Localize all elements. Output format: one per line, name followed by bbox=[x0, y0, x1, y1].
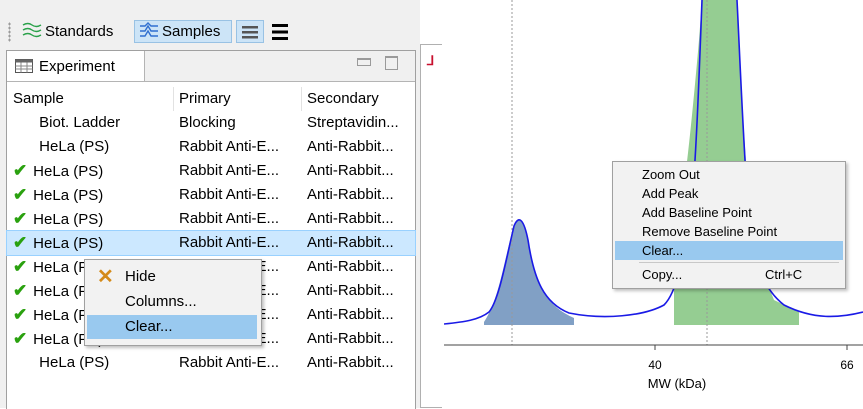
checkmark-icon: ✔ bbox=[13, 161, 28, 180]
sample-name: Biot. Ladder bbox=[39, 114, 121, 131]
toolbar-grip[interactable] bbox=[8, 22, 11, 42]
collapse-rows-button[interactable] bbox=[236, 20, 264, 43]
menu-item-remove-baseline-point[interactable]: Remove Baseline Point bbox=[615, 222, 843, 241]
cell-primary: Rabbit Anti-E... bbox=[179, 234, 280, 251]
experiment-panel: Experiment Sample Primary Secondary Biot… bbox=[6, 50, 416, 409]
x-axis-label: MW (kDa) bbox=[648, 376, 707, 391]
menu-item-add-peak[interactable]: Add Peak bbox=[615, 184, 843, 203]
checkmark-icon: ✔ bbox=[13, 281, 28, 300]
standards-icon bbox=[22, 22, 42, 42]
chart-context-menu: Zoom Out Add Peak Add Baseline Point Rem… bbox=[612, 161, 846, 289]
checkmark-icon: ✔ bbox=[13, 329, 28, 348]
cell-sample: Biot. Ladder bbox=[13, 111, 173, 135]
cell-secondary: Anti-Rabbit... bbox=[307, 234, 394, 251]
cell-primary: Rabbit Anti-E... bbox=[179, 354, 280, 371]
cell-secondary: Anti-Rabbit... bbox=[307, 210, 394, 227]
cell-primary: Rabbit Anti-E... bbox=[179, 186, 280, 203]
checkmark-icon: ✔ bbox=[13, 209, 28, 228]
x-icon: ✕ bbox=[97, 266, 114, 288]
table-row[interactable]: ✔ HeLa (PS) Rabbit Anti-E... Anti-Rabbit..… bbox=[6, 230, 416, 256]
cell-sample: ✔ HeLa (PS) bbox=[13, 159, 173, 184]
table-header-row: Sample Primary Secondary bbox=[7, 87, 415, 111]
x-tick-label: 66 bbox=[840, 358, 854, 372]
menu-item-add-baseline-point[interactable]: Add Baseline Point bbox=[615, 203, 843, 222]
cell-secondary: Anti-Rabbit... bbox=[307, 354, 394, 371]
samples-icon bbox=[139, 21, 159, 42]
sample-name: HeLa (PS) bbox=[33, 163, 104, 180]
cell-primary: Rabbit Anti-E... bbox=[179, 210, 280, 227]
menu-item-copy[interactable]: Copy... Ctrl+C bbox=[615, 265, 843, 284]
pdf-tab[interactable]: ⅃ bbox=[420, 44, 442, 408]
sample-name: HeLa (PS) bbox=[33, 235, 104, 252]
minimize-icon[interactable] bbox=[357, 58, 371, 66]
column-header-sample[interactable]: Sample bbox=[13, 87, 173, 111]
view-toolbar: Standards Samples bbox=[6, 18, 306, 46]
cell-secondary: Anti-Rabbit... bbox=[307, 138, 394, 155]
menu-item-clear[interactable]: Clear... bbox=[615, 241, 843, 260]
checkmark-icon: ✔ bbox=[13, 185, 28, 204]
table-row[interactable]: ✔ HeLa (PS) Rabbit Anti-E... Anti-Rabbit..… bbox=[7, 183, 415, 207]
cell-primary: Rabbit Anti-E... bbox=[179, 138, 280, 155]
sample-name: HeLa (PS) bbox=[33, 211, 104, 228]
expand-rows-button[interactable] bbox=[267, 20, 293, 43]
checkmark-icon: ✔ bbox=[13, 305, 28, 324]
samples-pane: Standards Samples Experiment Sample Prim… bbox=[0, 0, 420, 409]
cell-secondary: Anti-Rabbit... bbox=[307, 282, 394, 299]
cell-sample: HeLa (PS) bbox=[13, 351, 173, 375]
cell-sample: ✔ HeLa (PS) bbox=[13, 183, 173, 208]
menu-item-columns[interactable]: Columns... bbox=[87, 290, 257, 314]
cell-primary: Blocking bbox=[179, 114, 236, 131]
sample-name: HeLa (PS) bbox=[39, 354, 110, 371]
table-icon bbox=[15, 59, 33, 73]
maximize-icon[interactable] bbox=[385, 56, 398, 70]
checkmark-icon: ✔ bbox=[13, 233, 28, 252]
cell-primary: Rabbit Anti-E... bbox=[179, 162, 280, 179]
cell-secondary: Anti-Rabbit... bbox=[307, 186, 394, 203]
collapse-rows-icon bbox=[242, 25, 258, 38]
cell-secondary: Anti-Rabbit... bbox=[307, 330, 394, 347]
column-header-primary[interactable]: Primary bbox=[179, 87, 301, 111]
panel-tabbar: Experiment bbox=[7, 51, 415, 82]
expand-rows-icon bbox=[272, 23, 288, 40]
table-row[interactable]: HeLa (PS) Rabbit Anti-E... Anti-Rabbit... bbox=[7, 351, 415, 375]
table-row[interactable]: HeLa (PS) Rabbit Anti-E... Anti-Rabbit... bbox=[7, 135, 415, 159]
samples-label: Samples bbox=[162, 23, 221, 40]
checkmark-icon: ✔ bbox=[13, 257, 28, 276]
sample-name: HeLa (PS) bbox=[33, 187, 104, 204]
standards-button[interactable]: Standards bbox=[18, 20, 132, 43]
cell-sample: ✔ HeLa (PS) bbox=[13, 207, 173, 232]
sample-name: HeLa (PS) bbox=[39, 138, 110, 155]
standards-label: Standards bbox=[45, 23, 114, 40]
table-context-menu: ✕ Hide Columns... Clear... bbox=[84, 259, 262, 346]
tab-experiment[interactable]: Experiment bbox=[7, 51, 145, 81]
samples-button[interactable]: Samples bbox=[134, 20, 232, 43]
cell-secondary: Streptavidin... bbox=[307, 114, 399, 131]
cell-secondary: Anti-Rabbit... bbox=[307, 258, 394, 275]
table-row[interactable]: Biot. Ladder Blocking Streptavidin... bbox=[7, 111, 415, 135]
x-tick-label: 40 bbox=[648, 358, 662, 372]
cell-sample: ✔ HeLa (PS) bbox=[13, 231, 173, 256]
cell-secondary: Anti-Rabbit... bbox=[307, 306, 394, 323]
menu-item-hide[interactable]: ✕ Hide bbox=[87, 265, 257, 289]
tab-experiment-label: Experiment bbox=[39, 57, 115, 75]
menu-separator bbox=[639, 262, 839, 263]
table-row[interactable]: ✔ HeLa (PS) Rabbit Anti-E... Anti-Rabbit..… bbox=[7, 207, 415, 231]
cell-sample: HeLa (PS) bbox=[13, 135, 173, 159]
menu-item-clear[interactable]: Clear... bbox=[87, 315, 257, 339]
cell-secondary: Anti-Rabbit... bbox=[307, 162, 394, 179]
column-header-secondary[interactable]: Secondary bbox=[307, 87, 411, 111]
pdf-icon: ⅃ bbox=[427, 53, 435, 68]
menu-item-zoom-out[interactable]: Zoom Out bbox=[615, 165, 843, 184]
table-row[interactable]: ✔ HeLa (PS) Rabbit Anti-E... Anti-Rabbit..… bbox=[7, 159, 415, 183]
shortcut-label: Ctrl+C bbox=[765, 267, 803, 282]
